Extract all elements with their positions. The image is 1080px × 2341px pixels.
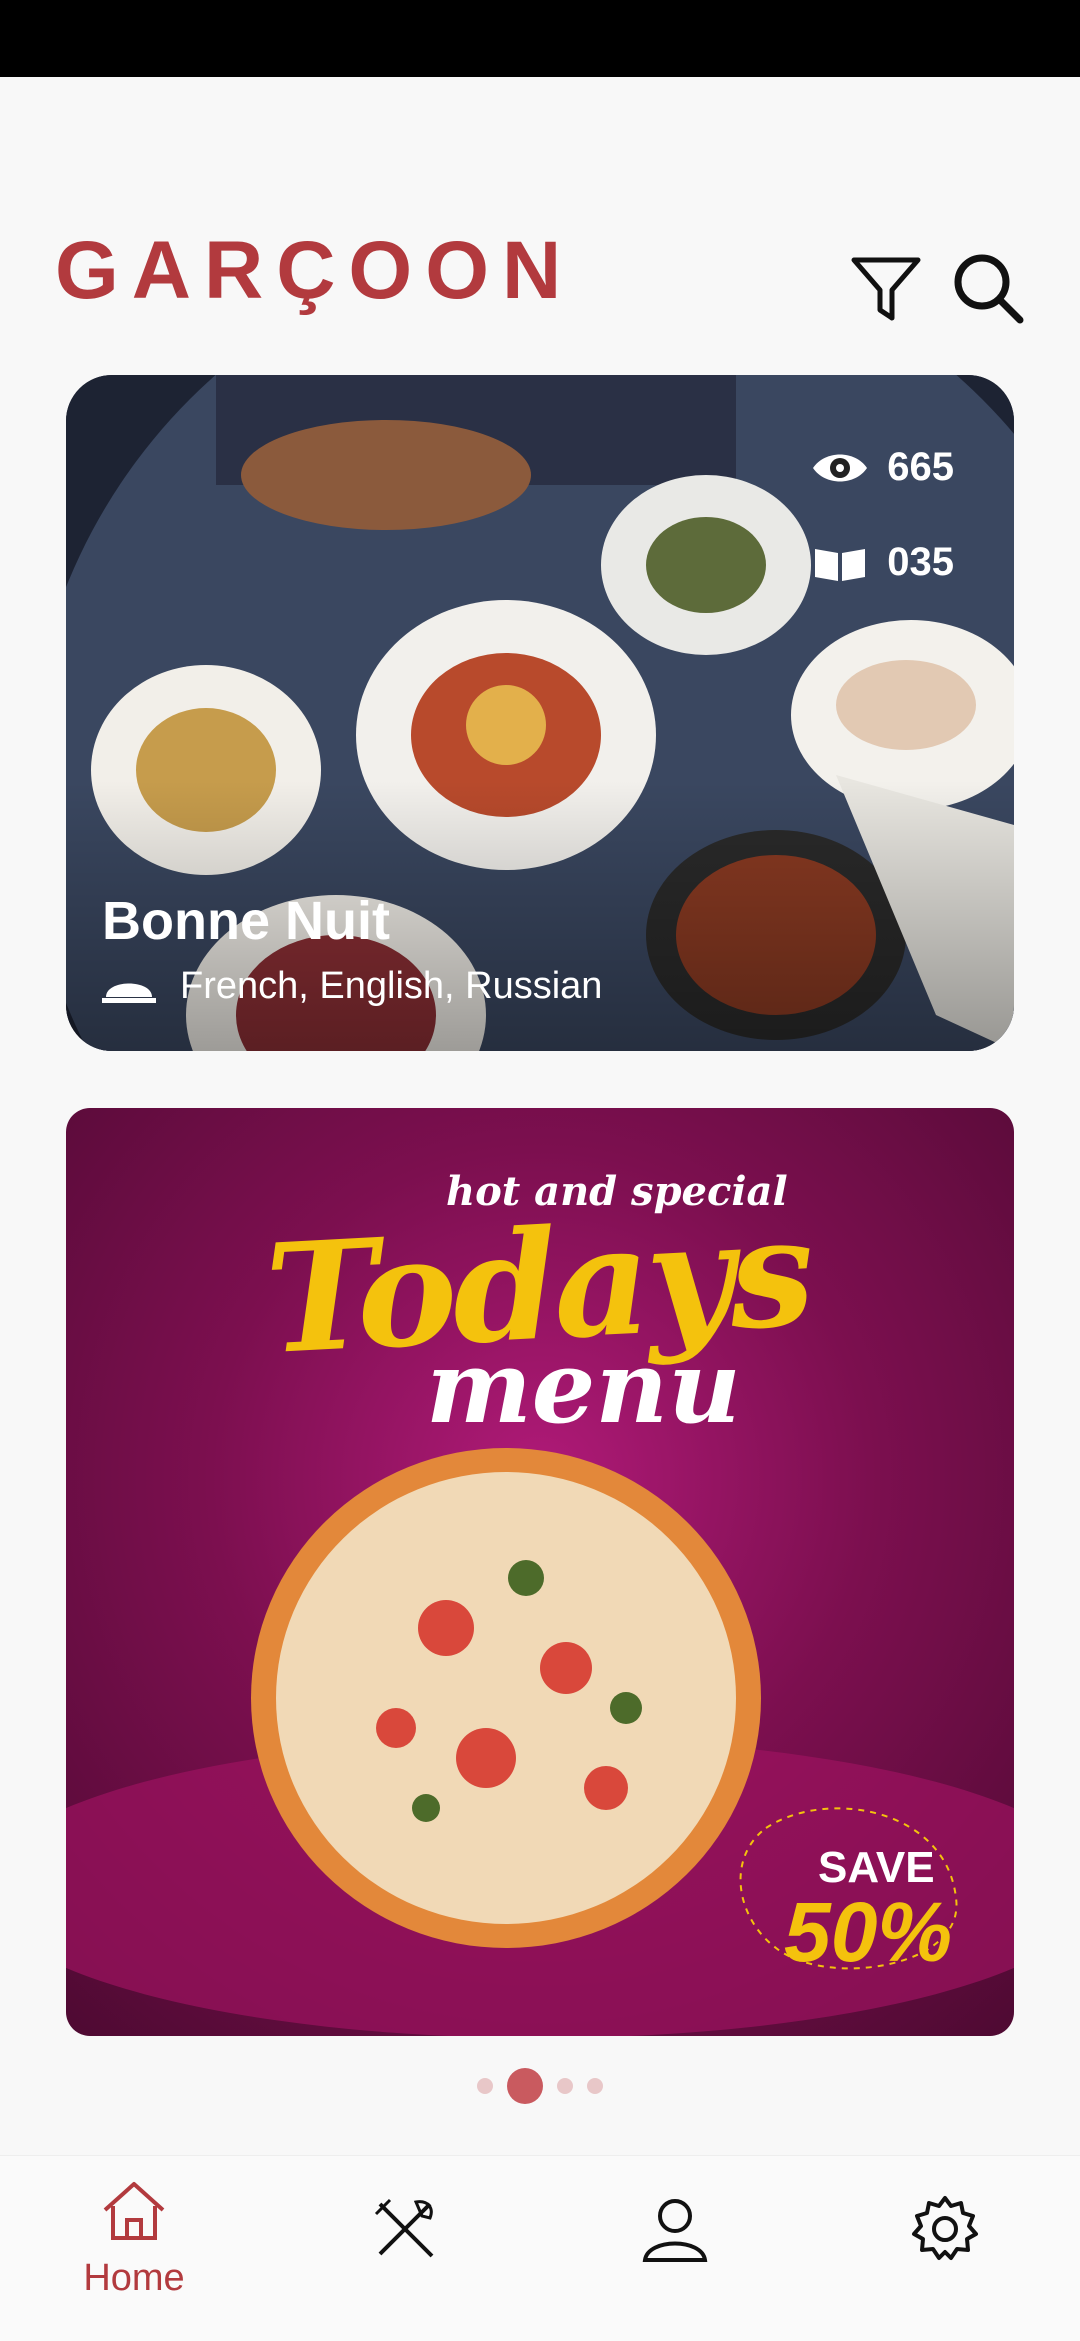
book-icon: [815, 548, 866, 581]
home-icon: [103, 2182, 165, 2240]
nav-home-label: Home: [83, 2257, 185, 2299]
app-header: GARÇOON: [0, 210, 1080, 350]
settings-icon: [912, 2196, 978, 2260]
languages-text: French, English, Russian: [180, 965, 603, 1007]
nav-profile[interactable]: [575, 2194, 775, 2269]
bottom-navigation: Home: [0, 2155, 1080, 2341]
save-percent: 50%: [784, 1885, 953, 1979]
page-dot[interactable]: [587, 2078, 603, 2094]
eye-icon: [813, 454, 868, 481]
reads-value: 035: [887, 540, 954, 584]
page-dot-active[interactable]: [507, 2068, 543, 2104]
utensils-icon: [374, 2198, 434, 2258]
promo-banner[interactable]: hot and special Todays menu SAVE 50%: [66, 1108, 1014, 2036]
filter-icon[interactable]: [848, 250, 924, 326]
search-icon[interactable]: [950, 250, 1026, 326]
page-dot[interactable]: [477, 2078, 493, 2094]
nav-settings[interactable]: [845, 2194, 1045, 2269]
page-dot[interactable]: [557, 2078, 573, 2094]
nav-home[interactable]: Home: [34, 2176, 234, 2300]
status-bar: [0, 0, 1080, 77]
views-value: 665: [887, 445, 954, 489]
carousel-pagination: [0, 2068, 1080, 2104]
views-count: 665: [811, 445, 954, 490]
cloche-icon: [102, 983, 156, 1003]
featured-restaurant-card[interactable]: 665 035 Bonne Nuit French, English, Russ…: [66, 375, 1014, 1051]
restaurant-languages: French, English, Russian: [102, 965, 602, 1008]
restaurant-name: Bonne Nuit: [102, 891, 390, 951]
banner-subtitle: menu: [426, 1328, 741, 1446]
user-icon: [642, 2199, 708, 2262]
reads-count: 035: [811, 540, 954, 585]
nav-menu[interactable]: [305, 2194, 505, 2269]
app-logo: GARÇOON: [55, 225, 575, 316]
